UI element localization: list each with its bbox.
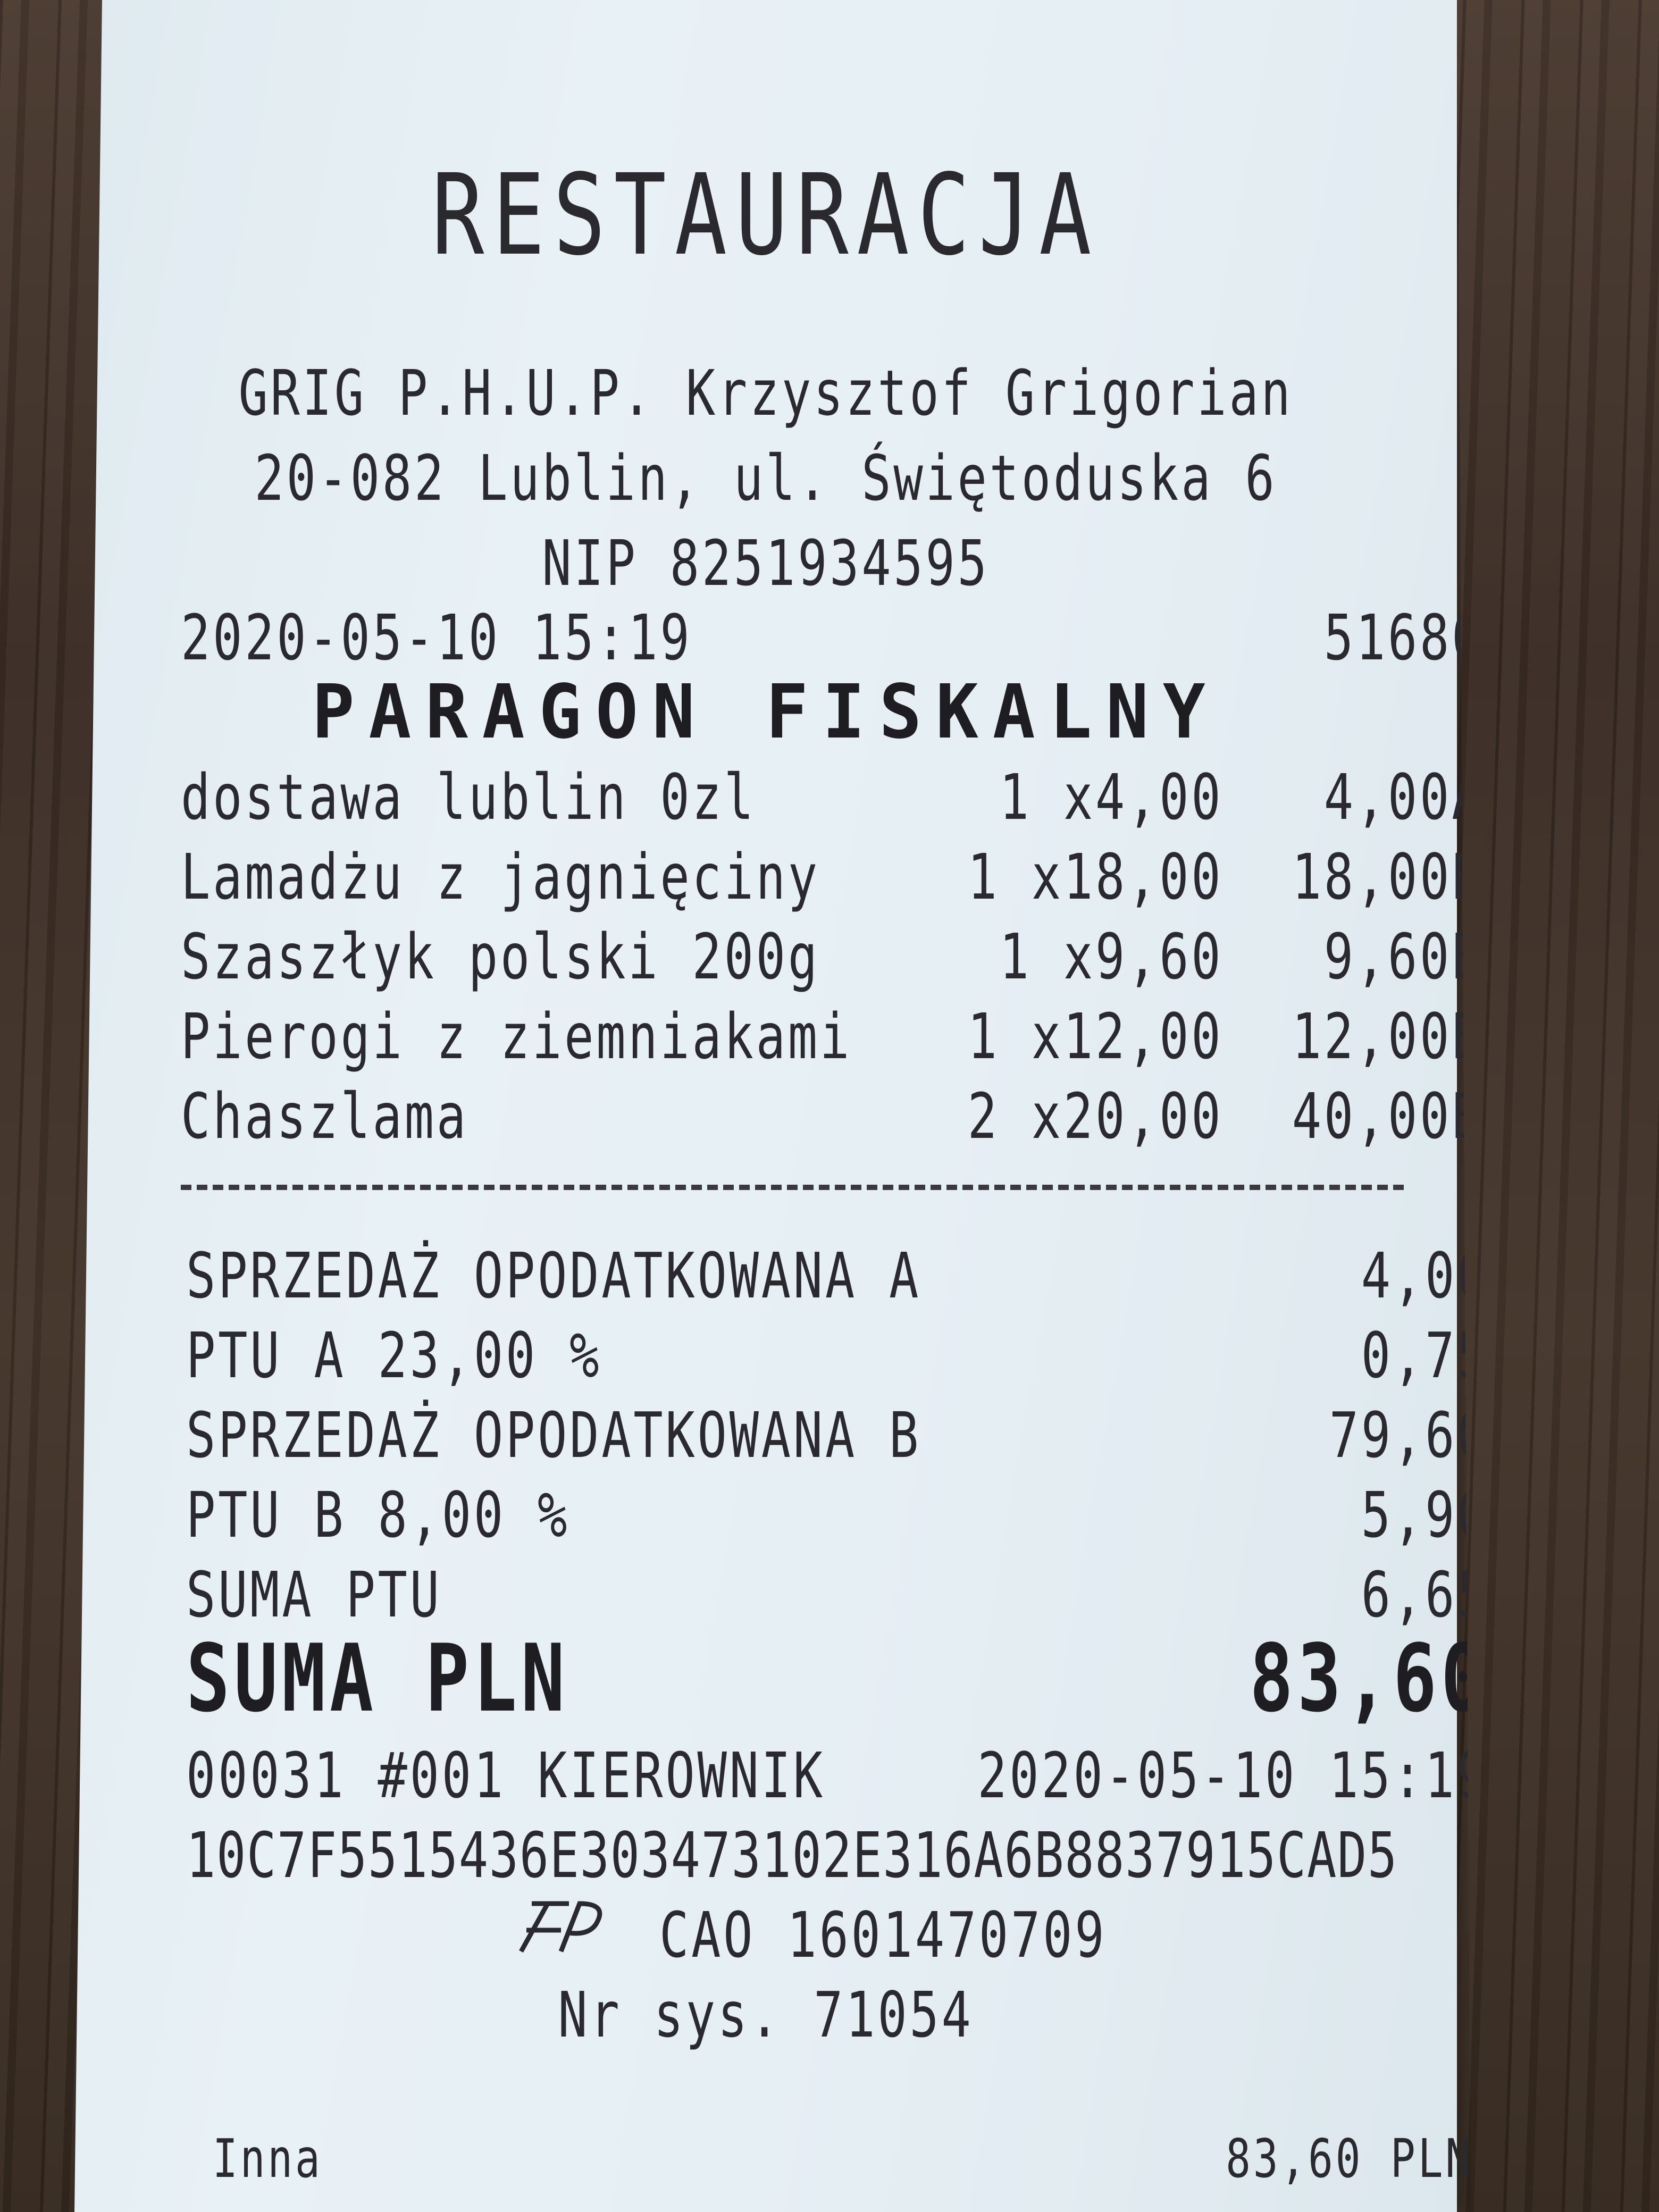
- tax-value: 79,60: [1329, 1398, 1489, 1472]
- item-name: Lamadżu z jagnięciny: [181, 840, 820, 914]
- item-total: 40,00B: [1292, 1079, 1484, 1153]
- item-total: 9,60B: [1323, 920, 1484, 993]
- item-qty-price: 1 x18,00: [967, 840, 1223, 914]
- item-qty-price: 1 x9,60: [999, 920, 1223, 993]
- receipt-heading: PARAGON FISKALNY: [312, 669, 1220, 756]
- separator-line: [181, 1185, 1404, 1190]
- total-value: 83,60: [1250, 1625, 1489, 1733]
- receipt-datetime: 2020-05-10 15:19: [181, 601, 692, 674]
- system-number: Nr sys. 71054: [558, 1978, 974, 2051]
- cao-number: CAO 1601470709: [659, 1898, 1107, 1972]
- item-total: 18,00B: [1292, 840, 1484, 914]
- tax-label: SUMA PTU: [186, 1558, 442, 1631]
- item-qty-price: 1 x4,00: [999, 760, 1223, 834]
- item-qty-price: 1 x12,00: [967, 1000, 1223, 1073]
- company-address: 20-082 Lublin, ul. Świętoduska 6: [254, 441, 1277, 515]
- item-total: 12,00B: [1292, 1000, 1484, 1073]
- payment-amount: 83,60 PLN: [1226, 2127, 1473, 2190]
- item-name: Chaszlama: [181, 1079, 468, 1153]
- payment-method: Inna: [213, 2127, 323, 2190]
- item-name: Pierogi z ziemniakami: [181, 1000, 852, 1073]
- item-qty-price: 2 x20,00: [967, 1079, 1223, 1153]
- item-name: dostawa lublin 0zl: [181, 760, 756, 834]
- total-label: SUMA PLN: [186, 1625, 569, 1733]
- fiscal-logo-icon: [519, 1901, 602, 1953]
- cashier-info: 00031 #001 KIEROWNIK: [186, 1739, 825, 1812]
- tax-label: SPRZEDAŻ OPODATKOWANA A: [186, 1239, 921, 1312]
- item-total: 4,00A: [1323, 760, 1484, 834]
- fiscal-receipt: RESTAURACJA GRIG P.H.U.P. Krzysztof Grig…: [74, 0, 1471, 2212]
- tax-label: PTU A 23,00 %: [186, 1319, 602, 1392]
- receipt-title: RESTAURACJA: [431, 150, 1100, 280]
- item-name: Szaszłyk polski 200g: [181, 920, 820, 993]
- cashier-datetime: 2020-05-10 15:19: [977, 1739, 1489, 1812]
- receipt-hash: 10C7F5515436E303473102E316A6B8837915CAD5: [186, 1819, 1398, 1892]
- receipt-number: 51680: [1323, 601, 1484, 674]
- tax-label: PTU B 8,00 %: [186, 1478, 570, 1552]
- tax-id: NIP 8251934595: [542, 526, 990, 600]
- tax-label: SPRZEDAŻ OPODATKOWANA B: [186, 1398, 921, 1472]
- company-name: GRIG P.H.U.P. Krzysztof Grigorian: [238, 356, 1293, 430]
